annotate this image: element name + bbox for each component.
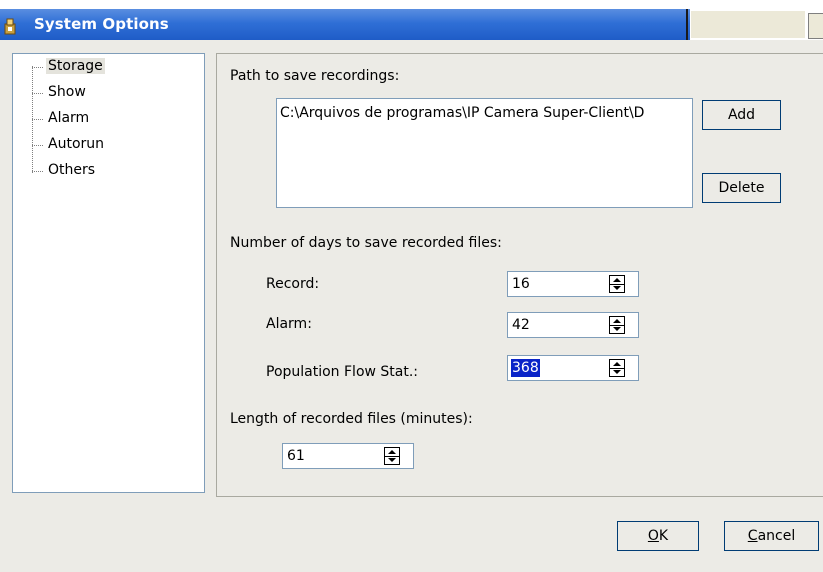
arrow-down-icon [613,370,621,374]
spinner-arrows[interactable] [609,316,625,334]
spinner-arrows[interactable] [609,359,625,377]
population-flow-value[interactable]: 368 [511,359,540,377]
spinner-arrows[interactable] [609,275,625,293]
record-days-spinner[interactable]: 16 [507,271,639,297]
file-length-value[interactable]: 61 [286,447,306,465]
title-bar[interactable]: System Options [0,0,823,40]
window-title: System Options [34,15,169,33]
tree-branch-line [32,171,43,172]
tree-item-label: Show [48,84,86,100]
path-list-item[interactable]: C:\Arquivos de programas\IP Camera Super… [280,105,644,121]
tree-branch-line [32,93,43,94]
title-bar-blank-area [690,11,805,38]
arrow-down-icon [388,458,396,462]
file-length-label: Length of recorded files (minutes): [230,411,473,427]
path-label: Path to save recordings: [230,68,400,84]
spinner-arrows[interactable] [384,447,400,465]
arrow-down-icon [613,286,621,290]
alarm-days-label: Alarm: [266,316,312,332]
arrow-up-icon [613,319,621,323]
window-control-button[interactable] [808,13,823,39]
arrow-up-icon [613,362,621,366]
spinner-down-button[interactable] [610,368,624,376]
recording-paths-list[interactable]: C:\Arquivos de programas\IP Camera Super… [276,98,693,208]
tree-branch-line [32,119,43,120]
add-button[interactable]: Add [702,100,781,130]
tree-item-label: Alarm [48,110,90,126]
ok-mnemonic: O [647,528,659,544]
spinner-down-button[interactable] [385,456,399,464]
ok-button[interactable]: OK [617,521,699,551]
tree-branch-line [32,145,43,146]
tree-item-label: Others [48,162,96,178]
population-flow-spinner[interactable]: 368 [507,355,639,381]
tree-branch-line [32,67,43,68]
tree-item-label: Autorun [48,136,105,152]
spinner-down-button[interactable] [610,284,624,292]
ok-label-rest: K [658,528,669,544]
alarm-days-value[interactable]: 42 [511,316,531,334]
record-days-value[interactable]: 16 [511,275,531,293]
arrow-up-icon [388,450,396,454]
options-tree[interactable]: Storage Show Alarm Autorun Others [12,53,205,493]
spinner-down-button[interactable] [610,325,624,333]
alarm-days-spinner[interactable]: 42 [507,312,639,338]
record-days-label: Record: [266,276,320,292]
tree-item-label: Storage [46,58,105,74]
days-label: Number of days to save recorded files: [230,235,502,251]
cancel-button[interactable]: Cancel [724,521,819,551]
arrow-down-icon [613,327,621,331]
cancel-mnemonic: C [747,528,758,544]
delete-button[interactable]: Delete [702,173,781,203]
file-length-spinner[interactable]: 61 [282,443,414,469]
population-flow-label: Population Flow Stat.: [266,364,419,380]
title-divider [686,9,688,40]
cancel-label-rest: ancel [757,528,796,544]
arrow-up-icon [613,278,621,282]
app-icon [4,18,16,35]
